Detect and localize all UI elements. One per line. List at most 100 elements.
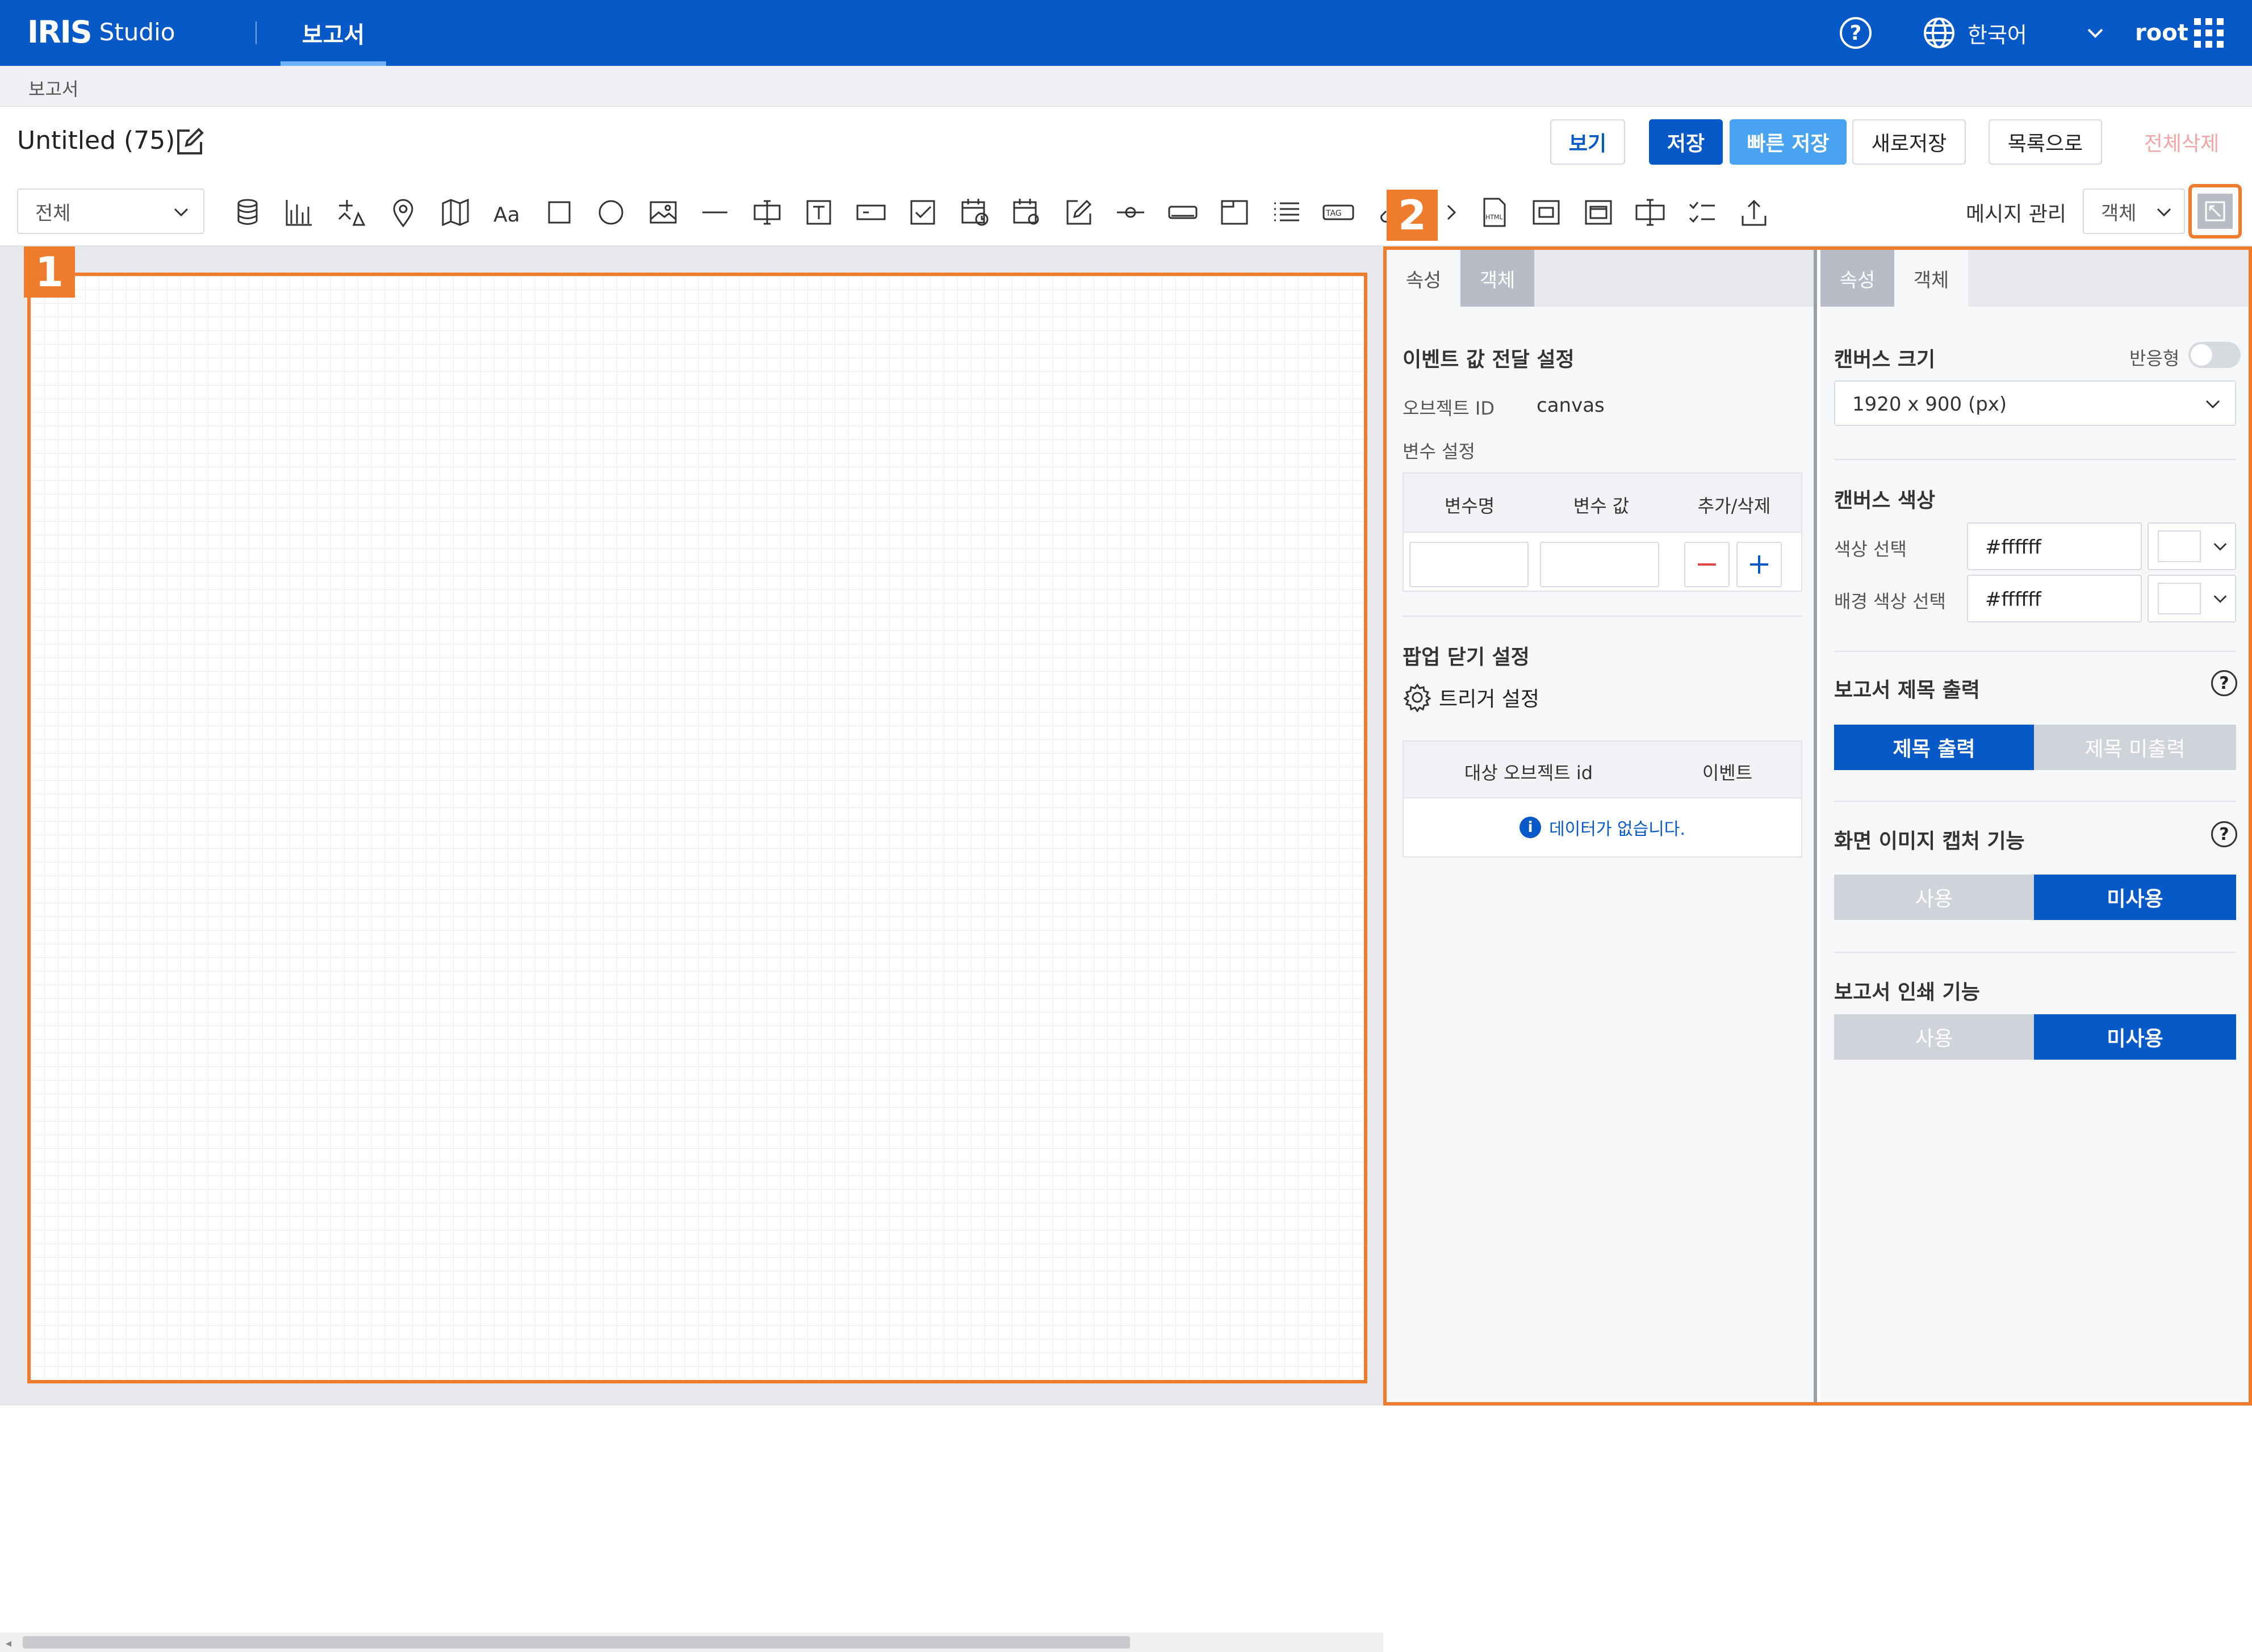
message-manage-button[interactable]: 메시지 관리 (1966, 198, 2066, 227)
upload-tool-button[interactable] (1728, 189, 1781, 236)
nav-tab-report[interactable]: 보고서 (281, 0, 386, 66)
checklist-tool-button[interactable] (1676, 189, 1728, 236)
divider (1403, 616, 1802, 617)
input-box-tool-button[interactable] (741, 189, 793, 236)
tab-panel-tool-button[interactable] (1209, 189, 1261, 236)
language-selector[interactable]: 한국어 (1922, 0, 2107, 66)
logo[interactable]: IRIS Studio (27, 14, 175, 50)
color-value: #ffffff (1985, 536, 2041, 559)
property-panels: 속성 객체 이벤트 값 전달 설정 오브젝트 ID canvas 변수 설정 변… (1383, 246, 2252, 1406)
bar-chart-tool-button[interactable] (274, 189, 326, 236)
variable-value-input[interactable] (1540, 542, 1659, 587)
object-id-value: canvas (1537, 394, 1605, 417)
user-menu[interactable]: root (2135, 0, 2188, 66)
component-filter-select[interactable]: 전체 (17, 189, 204, 234)
frame-tool-button[interactable] (1521, 189, 1573, 236)
page-title: Untitled (75) (17, 126, 175, 155)
divider (1834, 651, 2236, 652)
title-output-on-button[interactable]: 제목 출력 (1834, 725, 2034, 770)
column-header: 변수명 (1444, 495, 1495, 517)
help-button[interactable]: ? (1840, 0, 1872, 66)
view-button[interactable]: 보기 (1550, 119, 1625, 165)
horizontal-scrollbar[interactable]: ◂ (0, 1633, 1383, 1652)
textbox-tool-button[interactable] (793, 189, 845, 236)
tab-properties[interactable]: 속성 (1820, 250, 1894, 307)
app-grid-button[interactable] (2192, 0, 2226, 66)
scroll-left-icon[interactable]: ◂ (6, 1636, 11, 1650)
html-tool-button[interactable]: HTML (1468, 189, 1521, 236)
popup-tool-button[interactable] (1572, 189, 1625, 236)
remove-variable-button[interactable] (1684, 542, 1730, 587)
image-tool-button[interactable] (637, 189, 689, 236)
column-header: 이벤트 (1702, 762, 1753, 784)
tab-properties[interactable]: 속성 (1387, 250, 1460, 307)
add-variable-button[interactable] (1736, 542, 1782, 587)
report-canvas[interactable] (27, 273, 1367, 1383)
slider-tool-button[interactable] (1105, 189, 1157, 236)
tag-tool-button[interactable]: TAG (1313, 189, 1365, 236)
panel-tabs: 속성 객체 (1387, 250, 1814, 307)
scrollbar-thumb[interactable] (23, 1636, 1130, 1649)
collapse-icon (2197, 194, 2233, 229)
chevron-down-icon (174, 208, 189, 217)
help-icon[interactable]: ? (2211, 821, 2237, 847)
collapse-panel-button[interactable] (2188, 184, 2242, 239)
color-picker[interactable] (2148, 522, 2236, 570)
datetime-tool-button[interactable] (1001, 189, 1053, 236)
checkbox-tool-button[interactable] (897, 189, 949, 236)
print-use-button[interactable]: 사용 (1834, 1014, 2034, 1060)
capture-nouse-button[interactable]: 미사용 (2034, 875, 2236, 920)
filter-chart-tool-button[interactable] (325, 189, 378, 236)
tab-object[interactable]: 객체 (1460, 250, 1534, 307)
empty-state-text: 데이터가 없습니다. (1549, 819, 1685, 839)
column-header: 변수 값 (1573, 495, 1630, 517)
checkbox-icon (910, 200, 935, 225)
edit-title-icon[interactable] (174, 126, 206, 158)
breadcrumb-item[interactable]: 보고서 (28, 75, 78, 101)
svg-text:TAG: TAG (1325, 209, 1342, 218)
map-tool-button[interactable] (429, 189, 482, 236)
list-tool-button[interactable] (1261, 189, 1313, 236)
rectangle-tool-button[interactable] (533, 189, 585, 236)
back-to-list-button[interactable]: 목록으로 (1989, 119, 2102, 165)
trigger-settings-button[interactable]: 트리거 설정 (1403, 683, 1539, 712)
capture-use-button[interactable]: 사용 (1834, 875, 2034, 920)
save-as-new-button[interactable]: 새로저장 (1852, 119, 1966, 165)
frame-icon (1533, 200, 1560, 225)
color-input[interactable]: #ffffff (1967, 522, 2142, 570)
checklist-icon (1689, 202, 1715, 223)
delete-all-button[interactable]: 전체삭제 (2125, 119, 2238, 165)
responsive-toggle[interactable] (2188, 342, 2241, 368)
canvas-size-value: 1920 x 900 (px) (1852, 393, 2007, 416)
circle-tool-button[interactable] (585, 189, 638, 236)
variable-name-input[interactable] (1409, 542, 1529, 587)
print-nouse-button[interactable]: 미사용 (2034, 1014, 2236, 1060)
field-tool-button[interactable] (845, 189, 897, 236)
cursor-text-tool-button[interactable] (1625, 189, 1677, 236)
canvas-size-select[interactable]: 1920 x 900 (px) (1834, 380, 2236, 426)
text-tool-button[interactable]: Aa (482, 189, 534, 236)
title-output-off-button[interactable]: 제목 미출력 (2034, 725, 2236, 770)
date-tool-button[interactable] (949, 189, 1001, 236)
canvas-color-label: 캔버스 색상 (1834, 489, 1936, 512)
edit-tool-button[interactable] (1053, 189, 1105, 236)
cursor-text-icon (1635, 199, 1665, 226)
save-button[interactable]: 저장 (1649, 119, 1723, 165)
line-tool-button[interactable] (689, 189, 742, 236)
bg-color-input[interactable]: #ffffff (1967, 575, 2142, 622)
tab-object[interactable]: 객체 (1894, 250, 1968, 307)
object-select[interactable]: 객체 (2083, 189, 2185, 234)
help-icon[interactable]: ? (2211, 670, 2237, 696)
divider (256, 22, 257, 44)
bg-color-picker[interactable] (2148, 575, 2236, 622)
tag-icon: TAG (1322, 204, 1354, 220)
database-tool-button[interactable] (221, 189, 274, 236)
button-tool-button[interactable] (1157, 189, 1209, 236)
nav-tab-label: 보고서 (302, 22, 365, 48)
quick-save-button[interactable]: 빠른 저장 (1730, 119, 1847, 165)
map-pin-tool-button[interactable] (378, 189, 430, 236)
toggle-knob (2191, 344, 2212, 366)
marker-2: 2 (1387, 190, 1438, 241)
globe-icon (1924, 18, 1954, 48)
map-pin-icon (393, 199, 413, 228)
